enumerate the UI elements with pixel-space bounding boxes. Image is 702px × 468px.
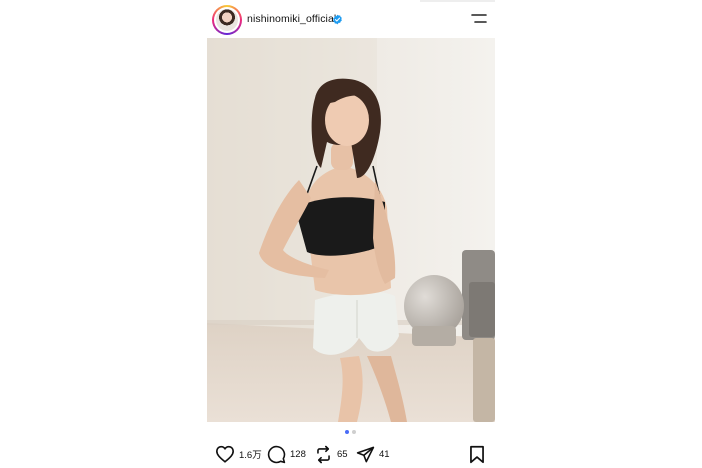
comment-count: 128 — [290, 448, 306, 460]
like-button[interactable]: 1.6万 — [215, 444, 262, 464]
share-count: 41 — [379, 448, 390, 460]
heart-icon — [215, 445, 235, 463]
carousel-indicator — [343, 430, 359, 436]
like-count: 1.6万 — [239, 450, 262, 461]
repost-icon — [317, 445, 330, 463]
save-button[interactable] — [469, 444, 485, 464]
carousel-dot[interactable] — [352, 430, 356, 434]
avatar-image — [216, 9, 238, 31]
post-actions: 1.6万 128 65 41 — [207, 440, 495, 466]
send-icon — [356, 446, 375, 462]
share-button[interactable]: 41 — [356, 444, 390, 464]
post-header: nishinomiki_official — [207, 4, 495, 35]
comment-icon — [267, 445, 286, 463]
top-divider — [420, 0, 495, 2]
comment-button[interactable]: 128 — [267, 444, 306, 464]
username[interactable]: nishinomiki_official — [247, 13, 336, 25]
bookmark-icon — [470, 445, 484, 463]
avatar-frame — [214, 7, 240, 33]
carousel-dot-active[interactable] — [345, 430, 349, 434]
verified-badge-icon — [333, 14, 342, 25]
repost-count: 65 — [337, 448, 348, 460]
menu-icon[interactable] — [471, 13, 487, 25]
avatar[interactable] — [212, 5, 242, 35]
post-photo[interactable] — [207, 38, 495, 422]
photo-illustration — [207, 38, 495, 422]
repost-button[interactable]: 65 — [314, 444, 348, 464]
